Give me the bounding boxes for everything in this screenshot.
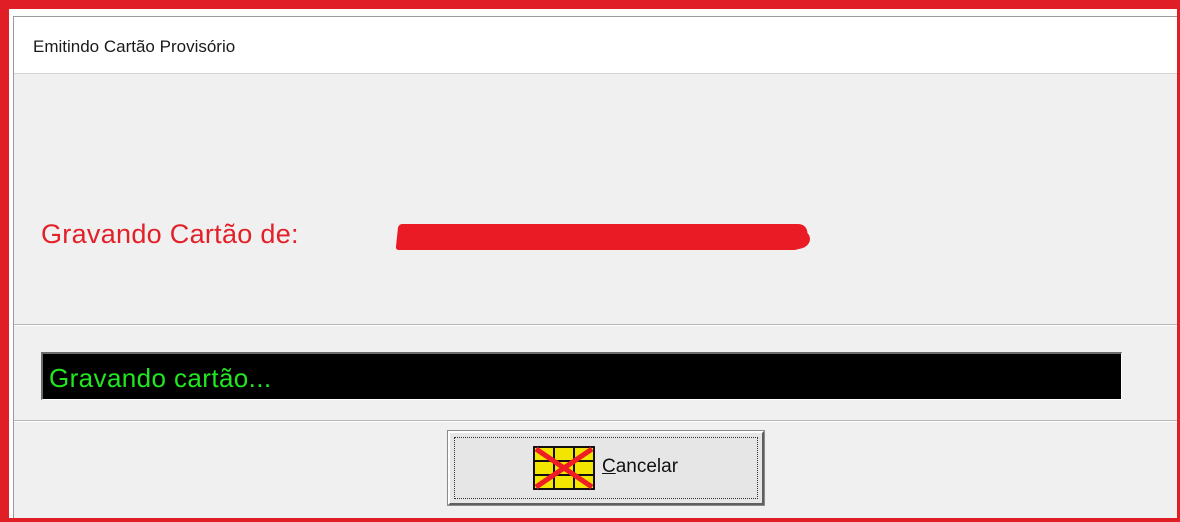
recording-card-label: Gravando Cartão de:	[41, 219, 299, 249]
status-text: Gravando cartão...	[49, 363, 272, 393]
cancel-button-label: Cancelar	[602, 456, 678, 478]
redacted-name-tail	[784, 229, 810, 249]
info-panel	[14, 74, 1180, 325]
separator	[14, 420, 1180, 421]
cancel-label-rest: ancelar	[615, 456, 679, 477]
window-title: Emitindo Cartão Provisório	[33, 37, 236, 56]
dialog-window: Emitindo Cartão Provisório Gravando Cart…	[13, 16, 1180, 520]
cancel-card-icon	[533, 446, 595, 490]
cancel-mnemonic: C	[602, 456, 616, 477]
redacted-name	[395, 224, 809, 250]
status-display: Gravando cartão...	[41, 352, 1122, 400]
cancel-button[interactable]: Cancelar	[447, 430, 765, 506]
title-bar: Emitindo Cartão Provisório	[14, 17, 1180, 74]
